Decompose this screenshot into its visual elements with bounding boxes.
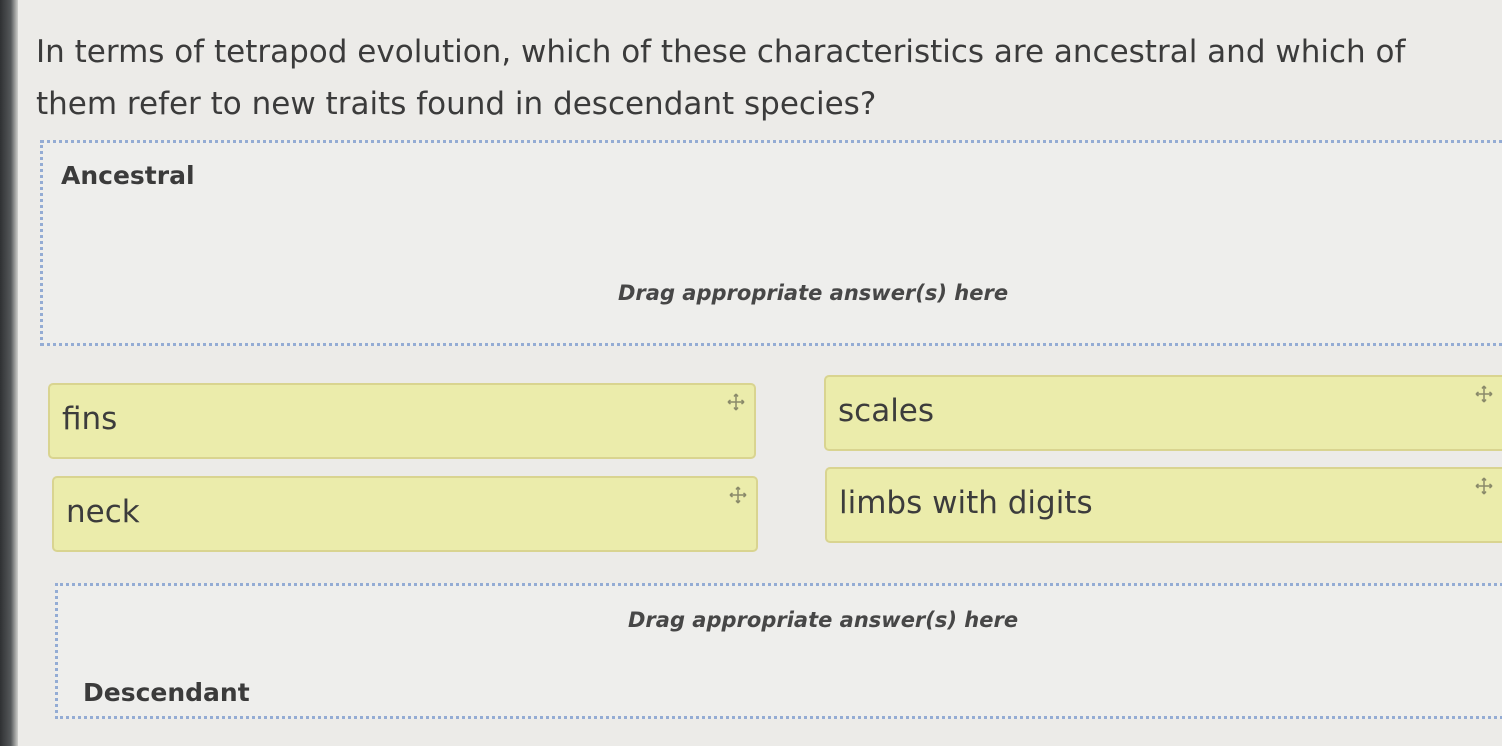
answer-label: fins — [62, 401, 118, 437]
move-icon — [1475, 385, 1493, 403]
answer-fins[interactable]: fins — [48, 383, 756, 459]
dropzone-descendant[interactable]: Drag appropriate answer(s) here Descenda… — [55, 583, 1502, 719]
answer-label: limbs with digits — [839, 485, 1093, 521]
dropzone-ancestral-label: Ancestral — [61, 161, 195, 190]
question-text: In terms of tetrapod evolution, which of… — [36, 34, 1406, 122]
answer-limbs-with-digits[interactable]: limbs with digits — [825, 467, 1502, 543]
dropzone-descendant-hint: Drag appropriate answer(s) here — [628, 608, 1019, 632]
answer-scales[interactable]: scales — [824, 375, 1502, 451]
screen-edge — [0, 0, 18, 746]
answer-label: scales — [838, 393, 935, 429]
dropzone-descendant-label: Descendant — [83, 678, 250, 707]
move-icon — [729, 486, 747, 504]
dropzone-ancestral[interactable]: Ancestral Drag appropriate answer(s) her… — [40, 140, 1502, 346]
move-icon — [727, 393, 745, 411]
answer-neck[interactable]: neck — [52, 476, 758, 552]
move-icon — [1475, 477, 1493, 495]
dropzone-ancestral-hint: Drag appropriate answer(s) here — [618, 281, 1009, 305]
answer-label: neck — [66, 494, 140, 530]
